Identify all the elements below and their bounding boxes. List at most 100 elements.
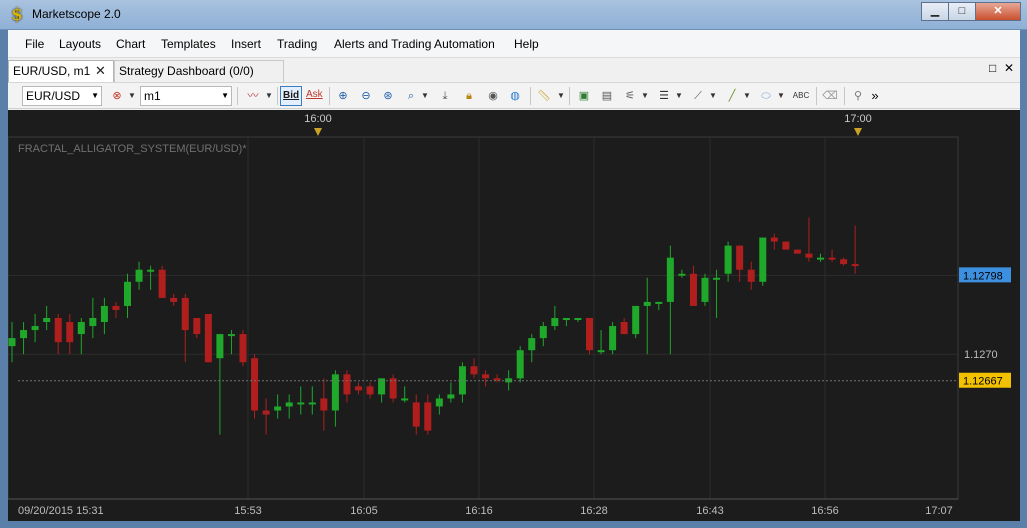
candlestick-chart[interactable]: FRACTAL_ALLIGATOR_SYSTEM(EUR/USD)* 16:00… xyxy=(7,110,1020,521)
toolbar-separator xyxy=(237,87,238,105)
globe-icon[interactable]: ◍ xyxy=(505,87,525,105)
candle-body xyxy=(655,301,663,304)
toolbar-separator xyxy=(816,87,817,105)
tab-strategy-dashboard[interactable]: Strategy Dashboard (0/0) xyxy=(114,60,284,82)
trend-line-icon[interactable]: ╱ xyxy=(722,87,742,105)
candle-body xyxy=(805,253,813,258)
candle-body xyxy=(66,322,74,343)
connection-status-icon[interactable]: ⊗ xyxy=(107,87,127,105)
candle-body xyxy=(262,410,270,415)
candle-body xyxy=(632,305,640,335)
hierarchy-icon[interactable]: ⚲ xyxy=(848,87,868,105)
zoom-in-icon[interactable]: ⊕ xyxy=(333,87,353,105)
fan-lines-icon[interactable]: ⟋ xyxy=(688,87,708,105)
candle-body xyxy=(551,318,559,327)
candle-body xyxy=(678,273,686,276)
chevron-down-icon[interactable]: ▼ xyxy=(556,87,566,105)
candle-body xyxy=(447,394,455,399)
candle-body xyxy=(724,245,732,274)
scroll-end-icon[interactable]: ⤓ xyxy=(435,87,455,105)
candle-body xyxy=(528,338,536,351)
candle-body xyxy=(643,301,651,306)
chart-grid xyxy=(8,137,958,499)
candles xyxy=(8,217,859,435)
candle-body xyxy=(100,305,108,323)
menu-layouts[interactable]: Layouts xyxy=(59,37,101,51)
candle-body xyxy=(216,334,224,359)
chevron-down-icon[interactable]: ▼ xyxy=(776,87,786,105)
eraser-icon[interactable]: ⌫ xyxy=(820,87,840,105)
candle-body xyxy=(54,318,62,343)
app-client-area: File Layouts Chart Templates Insert Trad… xyxy=(7,30,1020,521)
menu-chart[interactable]: Chart xyxy=(116,37,145,51)
maximize-button[interactable]: □ xyxy=(948,2,976,21)
visibility-icon[interactable]: ◉ xyxy=(483,87,503,105)
candle-body xyxy=(124,281,131,306)
bid-toggle[interactable]: Bid xyxy=(280,86,303,106)
time-axis-label: 15:53 xyxy=(234,505,262,517)
candle-body xyxy=(840,259,848,265)
candle-body xyxy=(470,366,478,375)
title-bar[interactable]: $ Marketscope 2.0 ▁ □ ✕ xyxy=(0,0,1027,30)
instrument-select[interactable]: EUR/USD ▼ xyxy=(22,86,102,106)
time-axis-label: 16:05 xyxy=(350,505,378,517)
candle-body xyxy=(828,257,836,260)
menu-templates[interactable]: Templates xyxy=(161,37,216,51)
minimize-button[interactable]: ▁ xyxy=(921,2,949,21)
horizontal-lines-icon[interactable]: ☰ xyxy=(654,87,674,105)
candle-body xyxy=(181,297,189,331)
toolbar-separator xyxy=(277,87,278,105)
price-axis-label: 1.1270 xyxy=(964,349,998,361)
ruler-icon[interactable]: 📏︎ xyxy=(534,87,554,105)
chevron-down-icon[interactable]: ▼ xyxy=(742,87,752,105)
window-title: Marketscope 2.0 xyxy=(32,7,121,21)
time-marker-icon[interactable] xyxy=(854,128,862,136)
chart-type-icon[interactable]: 〰 xyxy=(242,87,264,105)
chevron-down-icon[interactable]: ▼ xyxy=(640,87,650,105)
timeframe-select[interactable]: m1 ▼ xyxy=(140,86,232,106)
menu-file[interactable]: File xyxy=(25,37,44,51)
menu-bar: File Layouts Chart Templates Insert Trad… xyxy=(8,30,1020,58)
candle-body xyxy=(597,350,605,353)
candle-body xyxy=(851,264,859,267)
ellipse-icon[interactable]: ⬭ xyxy=(756,87,776,105)
menu-alerts-automation[interactable]: Alerts and Trading Automation xyxy=(334,37,495,51)
candle-body xyxy=(539,326,547,339)
picture-icon[interactable]: ▣ xyxy=(574,87,594,105)
chevron-down-icon[interactable]: ▼ xyxy=(674,87,684,105)
menu-trading[interactable]: Trading xyxy=(277,37,317,51)
candle-body xyxy=(147,269,155,272)
candle-body xyxy=(401,398,409,401)
window-controls: ▁ □ ✕ xyxy=(921,2,1021,22)
lock-icon[interactable]: 🔒︎ xyxy=(459,87,479,105)
candle-body xyxy=(274,406,282,411)
menu-help[interactable]: Help xyxy=(514,37,539,51)
menu-insert[interactable]: Insert xyxy=(231,37,261,51)
chevron-down-icon[interactable]: ▼ xyxy=(264,87,274,105)
text-label-icon[interactable]: ABC xyxy=(790,87,812,105)
close-tab-icon[interactable]: ✕ xyxy=(95,61,106,81)
candle-body xyxy=(227,334,235,337)
chart-panel[interactable]: FRACTAL_ALLIGATOR_SYSTEM(EUR/USD)* 16:00… xyxy=(7,110,1020,521)
tab-label: Strategy Dashboard (0/0) xyxy=(119,64,254,78)
zoom-fit-icon[interactable]: ⊛ xyxy=(378,87,398,105)
chevron-down-icon[interactable]: ▼ xyxy=(708,87,718,105)
candle-body xyxy=(366,386,374,395)
time-marker-icon[interactable] xyxy=(314,128,322,136)
zoom-out-icon[interactable]: ⊖ xyxy=(356,87,376,105)
candle-body xyxy=(31,326,39,331)
zoom-range-icon[interactable]: ⌕ xyxy=(401,87,421,105)
close-button[interactable]: ✕ xyxy=(975,2,1021,21)
ask-toggle[interactable]: Ask xyxy=(304,86,325,106)
candle-body xyxy=(135,269,143,282)
candle-body xyxy=(689,273,697,306)
toolbar-separator xyxy=(329,87,330,105)
toolbar-overflow-icon[interactable]: » xyxy=(869,87,881,105)
restore-panel-icon[interactable]: □ xyxy=(989,61,996,75)
template-icon[interactable]: ▤ xyxy=(597,87,617,105)
close-panel-icon[interactable]: ✕ xyxy=(1004,61,1014,75)
chevron-down-icon[interactable]: ▼ xyxy=(420,87,430,105)
indicator-icon[interactable]: ⚟ xyxy=(620,87,640,105)
tab-eurusd-m1[interactable]: EUR/USD, m1 ✕ xyxy=(8,60,114,82)
chevron-down-icon[interactable]: ▼ xyxy=(127,87,137,105)
